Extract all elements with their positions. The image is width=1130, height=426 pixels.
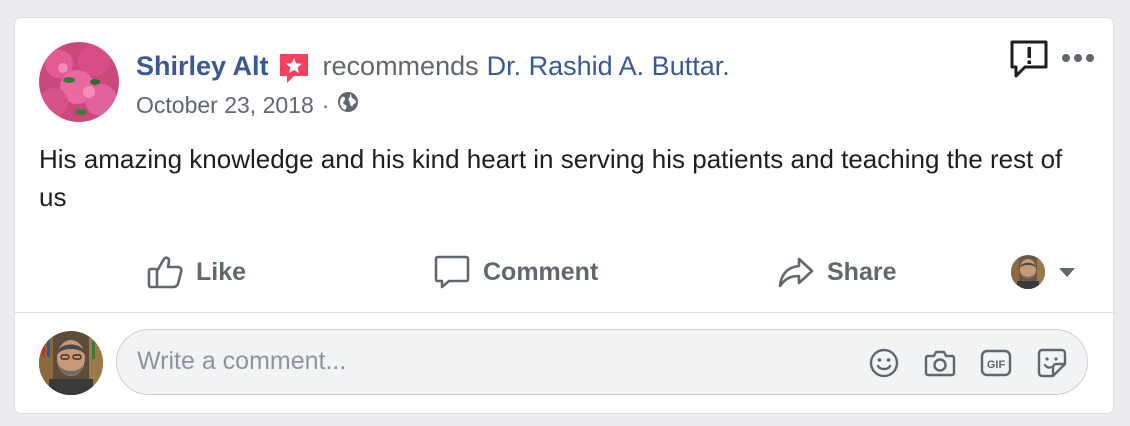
globe-icon[interactable] [337, 91, 359, 119]
share-label: Share [827, 257, 897, 286]
like-label: Like [196, 257, 247, 286]
camera-icon[interactable] [923, 346, 957, 380]
current-user-avatar [1011, 255, 1045, 289]
recommends-text: recommends [322, 50, 479, 81]
more-options-icon[interactable] [1057, 46, 1097, 70]
like-button[interactable]: Like [146, 248, 246, 296]
thumbs-up-icon [147, 256, 183, 289]
gif-icon[interactable]: GIF [979, 346, 1013, 380]
meta-separator: · [321, 91, 330, 118]
comment-button[interactable]: Comment [433, 248, 598, 296]
post-text: His amazing knowledge and his kind heart… [39, 144, 1063, 212]
emoji-icon[interactable] [867, 346, 901, 380]
post-card: Shirley Alt recommends Dr. Rashid A. But… [14, 17, 1115, 414]
recommendation-star-icon [277, 51, 311, 85]
post-header-line: Shirley Alt recommends Dr. Rashid A. But… [136, 48, 730, 84]
post-as-selector[interactable] [1011, 252, 1077, 292]
post-timestamp[interactable]: October 23, 2018 [136, 92, 314, 119]
recommended-page-link[interactable]: Dr. Rashid A. Buttar. [487, 51, 730, 82]
comment-input[interactable] [137, 330, 837, 393]
chevron-down-icon [1059, 268, 1075, 277]
post-meta: October 23, 2018 · [136, 90, 359, 120]
commenter-avatar[interactable] [39, 331, 103, 395]
comment-bubble-icon [434, 255, 470, 289]
author-avatar[interactable] [39, 42, 119, 122]
share-button[interactable]: Share [777, 248, 896, 296]
share-arrow-icon [778, 257, 814, 288]
comment-composer: GIF [116, 329, 1088, 395]
report-icon[interactable] [1009, 39, 1049, 79]
post-actions-bar: Like Comment Share [15, 248, 1115, 296]
author-name-link[interactable]: Shirley Alt [136, 51, 269, 82]
sticker-icon[interactable] [1035, 346, 1069, 380]
divider [15, 312, 1115, 313]
comment-label: Comment [483, 257, 599, 286]
svg-text:GIF: GIF [987, 359, 1006, 371]
